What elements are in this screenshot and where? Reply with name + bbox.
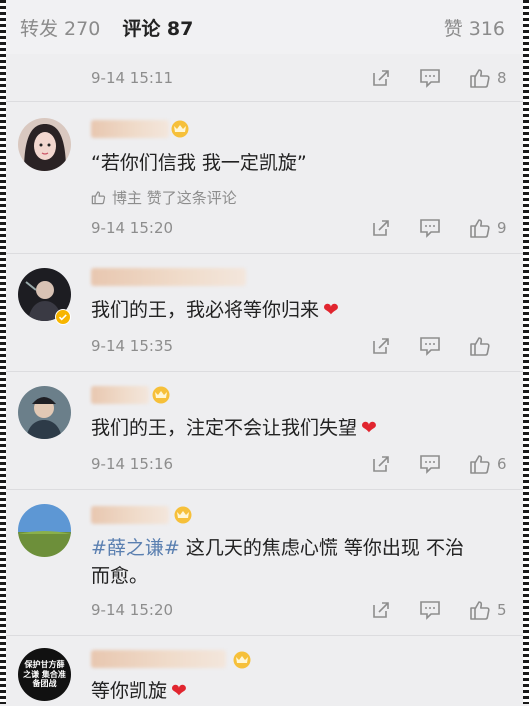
author-liked-indicator: 博主 赞了这条评论 bbox=[91, 187, 237, 208]
like-button[interactable] bbox=[469, 335, 507, 357]
comment-time: 9-14 15:16 bbox=[91, 455, 174, 473]
left-edge-border bbox=[0, 0, 6, 704]
share-icon bbox=[373, 602, 389, 618]
verified-badge-icon bbox=[55, 309, 71, 325]
avatar[interactable]: 保护甘方薛之谦 集合准备团战 bbox=[18, 648, 71, 701]
avatar[interactable] bbox=[18, 386, 71, 439]
tab-likes[interactable]: 赞 316 bbox=[444, 14, 505, 41]
comment-meta-row: 9-14 15:20 9 bbox=[91, 216, 507, 240]
comment-text-content: 我们的王，注定不会让我们失望 bbox=[91, 417, 358, 439]
comment-time: 9-14 15:20 bbox=[91, 601, 174, 619]
comment-meta-row: 9-14 15:11 8 bbox=[91, 66, 507, 90]
comment-text-content-2: 而愈。 bbox=[91, 564, 149, 587]
heart-icon: ❤ bbox=[361, 417, 377, 439]
thumbs-up-icon bbox=[470, 69, 490, 88]
comment-text: “若你们信我 我一定凯旋” bbox=[91, 152, 307, 174]
tab-repost[interactable]: 转发 270 bbox=[20, 14, 100, 41]
comment-text-content: 等你凯旋 bbox=[91, 680, 168, 702]
username-blurred[interactable] bbox=[91, 386, 149, 404]
comment-item: 保护甘方薛之谦 集合准备团战 等你凯旋 ❤ bbox=[0, 635, 529, 705]
share-icon bbox=[373, 456, 389, 472]
right-edge-border bbox=[523, 0, 529, 704]
comment-text: #薛之谦# 这几天的焦虑心慌 等你出现 不治而愈。 bbox=[91, 535, 507, 590]
share-button[interactable] bbox=[371, 68, 391, 88]
comment-time: 9-14 15:11 bbox=[91, 69, 174, 87]
thumbs-up-icon bbox=[470, 337, 490, 356]
like-button[interactable]: 5 bbox=[469, 599, 507, 621]
crown-icon bbox=[233, 651, 251, 669]
thumbs-up-icon bbox=[91, 191, 106, 205]
comment-icon bbox=[420, 337, 440, 356]
like-button[interactable]: 8 bbox=[469, 67, 507, 89]
comment-meta-row: 9-14 15:35 bbox=[91, 334, 507, 358]
tab-comments[interactable]: 评论 87 bbox=[122, 14, 193, 41]
tab-bar: 转发 270 评论 87 赞 316 bbox=[0, 0, 529, 54]
username-blurred[interactable] bbox=[91, 120, 169, 138]
comment-meta-row: 9-14 15:16 6 bbox=[91, 452, 507, 476]
share-button[interactable] bbox=[371, 600, 391, 620]
comment-text: 我们的王，注定不会让我们失望 ❤ bbox=[91, 415, 377, 443]
username-blurred[interactable] bbox=[91, 268, 246, 286]
hashtag-link[interactable]: #薛之谦# bbox=[91, 537, 180, 559]
share-icon bbox=[373, 70, 389, 86]
comment-meta-row: 9-14 15:20 5 bbox=[91, 598, 507, 622]
share-icon bbox=[373, 220, 389, 236]
comment-icon bbox=[420, 69, 440, 88]
liked-by-text: 博主 赞了这条评论 bbox=[112, 189, 237, 207]
comment-icon bbox=[420, 455, 440, 474]
comment-icon bbox=[420, 601, 440, 620]
like-button[interactable]: 6 bbox=[469, 453, 507, 475]
like-count: 9 bbox=[497, 219, 507, 237]
crown-icon bbox=[152, 386, 170, 404]
comment-button[interactable] bbox=[419, 218, 441, 238]
comment-button[interactable] bbox=[419, 454, 441, 474]
like-count: 5 bbox=[497, 601, 507, 619]
heart-icon: ❤ bbox=[323, 299, 339, 321]
comment-time: 9-14 15:20 bbox=[91, 219, 174, 237]
share-button[interactable] bbox=[371, 218, 391, 238]
heart-icon: ❤ bbox=[171, 680, 187, 702]
thumbs-up-icon bbox=[470, 455, 490, 474]
share-button[interactable] bbox=[371, 336, 391, 356]
share-icon bbox=[373, 338, 389, 354]
avatar[interactable] bbox=[18, 118, 71, 171]
thumbs-up-icon bbox=[470, 601, 490, 620]
like-button[interactable]: 9 bbox=[469, 217, 507, 239]
like-count: 6 bbox=[497, 455, 507, 473]
crown-icon bbox=[171, 120, 189, 138]
crown-icon bbox=[174, 506, 192, 524]
comment-time: 9-14 15:35 bbox=[91, 337, 174, 355]
share-button[interactable] bbox=[371, 454, 391, 474]
comment-icon bbox=[420, 219, 440, 238]
username-blurred[interactable] bbox=[91, 650, 226, 668]
username-blurred[interactable] bbox=[91, 506, 169, 524]
avatar[interactable] bbox=[18, 504, 71, 557]
comment-button[interactable] bbox=[419, 600, 441, 620]
like-count: 8 bbox=[497, 69, 507, 87]
comment-text: 我们的王，我必将等你归来 ❤ bbox=[91, 297, 339, 325]
comment-button[interactable] bbox=[419, 336, 441, 356]
comment-text-content: 这几天的焦虑心慌 等你出现 不治 bbox=[179, 537, 464, 559]
comment-button[interactable] bbox=[419, 68, 441, 88]
thumbs-up-icon bbox=[470, 219, 490, 238]
comment-text: 等你凯旋 ❤ bbox=[91, 678, 187, 706]
comment-text-content: 我们的王，我必将等你归来 bbox=[91, 299, 320, 321]
avatar-text: 保护甘方薛之谦 集合准备团战 bbox=[23, 660, 66, 689]
